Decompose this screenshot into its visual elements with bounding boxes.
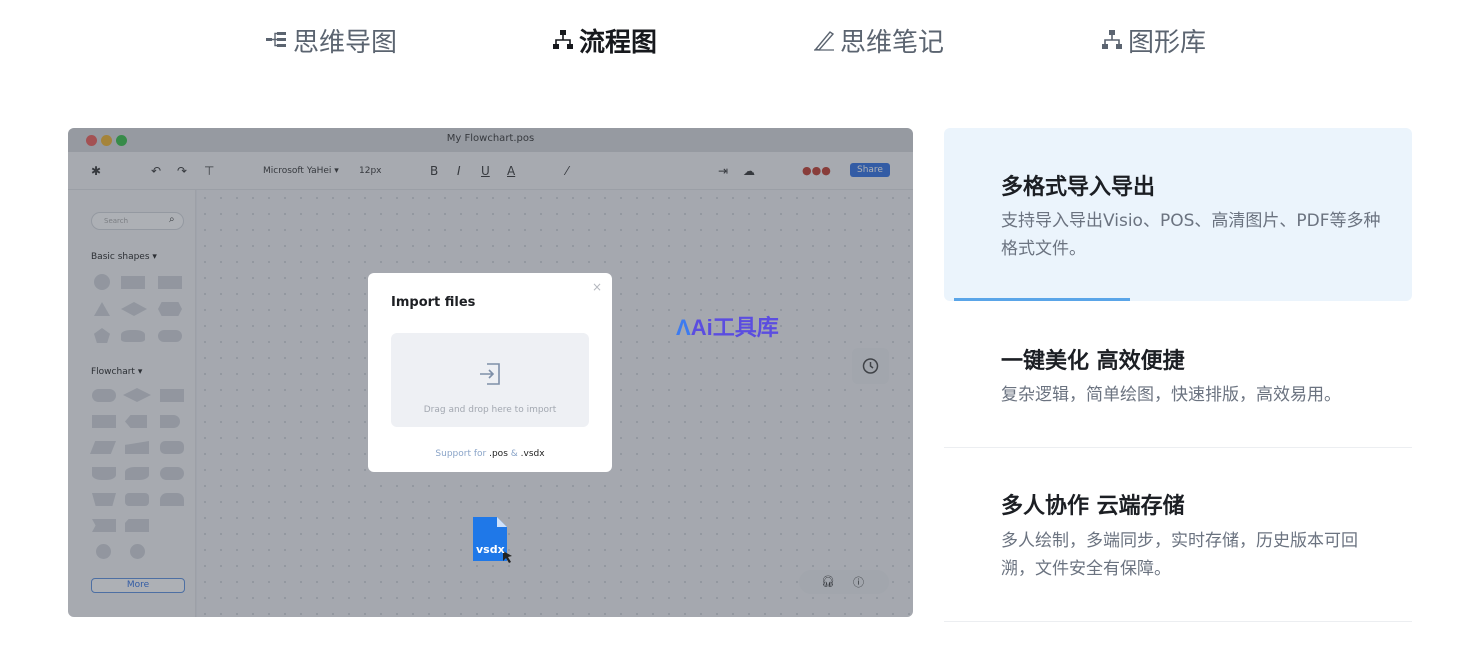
dropzone-text: Drag and drop here to import <box>423 405 557 415</box>
tab-flowchart-label: 流程图 <box>579 27 658 58</box>
watermark-a-mark: Ʌ <box>676 315 691 340</box>
feature-card-import-export[interactable]: 多格式导入导出 支持导入导出Visio、POS、高清图片、PDF等多种格式文件。 <box>944 128 1412 301</box>
mindmap-icon <box>266 32 286 47</box>
tab-mindmap[interactable]: 思维导图 <box>265 18 397 62</box>
feature-divider <box>944 621 1412 622</box>
dialog-close-button[interactable]: × <box>592 280 602 294</box>
supported-formats: Support for .pos & .vsdx <box>435 449 545 459</box>
tab-mindmap-label: 思维导图 <box>293 27 398 58</box>
feature-description: 复杂逻辑，简单绘图，快速排版，高效易用。 <box>1001 385 1341 405</box>
app-window-preview: My Flowchart.pos ✱ ↶ ↷ ⊤ Microsoft YaHei… <box>68 128 913 617</box>
feature-title: 多人协作 云端存储 <box>1001 494 1185 519</box>
shapes-library-icon <box>1102 30 1122 49</box>
feature-description: 支持导入导出Visio、POS、高清图片、PDF等多种格式文件。 <box>1001 211 1381 259</box>
import-icon <box>480 363 500 385</box>
feature-description: 多人绘制，多端同步，实时存储，历史版本可回溯，文件安全有保障。 <box>1001 531 1358 579</box>
flowchart-icon <box>553 30 573 49</box>
feature-title: 多格式导入导出 <box>1001 175 1156 200</box>
feature-title: 一键美化 高效便捷 <box>1001 349 1185 374</box>
tab-shapes-library-label: 图形库 <box>1128 27 1207 58</box>
file-icon <box>473 517 512 563</box>
import-files-dialog: Import files × Drag and drop here to imp… <box>368 273 612 472</box>
file-label: vsdx <box>476 543 505 556</box>
pen-icon <box>814 31 835 51</box>
tab-mind-notes-label: 思维笔记 <box>840 27 945 58</box>
tab-flowchart[interactable]: 流程图 <box>551 18 657 62</box>
product-tabs: 思维导图 流程图 思维笔记 图形库 <box>0 18 1481 62</box>
watermark-logo: ɅAi工具库 <box>676 315 779 340</box>
feature-card-collaboration[interactable]: 多人协作 云端存储 多人绘制，多端同步，实时存储，历史版本可回溯，文件安全有保障… <box>944 448 1412 621</box>
dragged-vsdx-file: vsdx <box>472 516 512 563</box>
dialog-title: Import files <box>391 295 476 310</box>
tab-shapes-library[interactable]: 图形库 <box>1100 18 1206 62</box>
feature-card-beautify[interactable]: 一键美化 高效便捷 复杂逻辑，简单绘图，快速排版，高效易用。 <box>944 302 1412 447</box>
feature-progress-bar <box>954 298 1130 301</box>
tab-mind-notes[interactable]: 思维笔记 <box>812 18 944 62</box>
import-dropzone[interactable]: Drag and drop here to import <box>391 333 589 427</box>
